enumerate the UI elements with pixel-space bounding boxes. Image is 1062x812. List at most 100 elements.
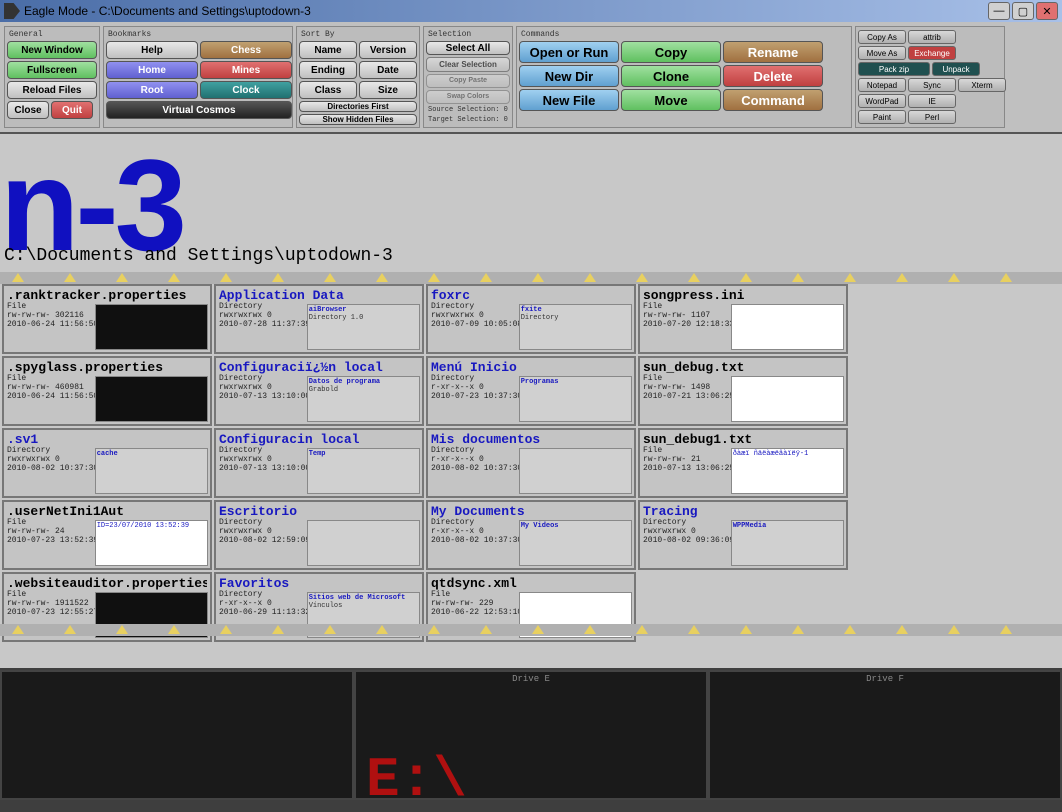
file-tile[interactable]: My DocumentsDirectoryr-xr-x--x 02010-08-…	[426, 500, 636, 570]
tile-name: Favoritos	[219, 576, 419, 591]
copy-button[interactable]: Copy	[621, 41, 721, 63]
tile-preview: ðàæï ñäëàæëâàïëÿ-1	[731, 448, 844, 494]
sync-button[interactable]: Sync	[908, 78, 956, 92]
help-button[interactable]: Help	[106, 41, 198, 59]
paint-button[interactable]: Paint	[858, 110, 906, 124]
drive-letter: E:\	[366, 748, 467, 812]
file-tile[interactable]: EscritorioDirectoryrwxrwxrwx 02010-08-02…	[214, 500, 424, 570]
drive-tile[interactable]: Drive E E:\	[354, 670, 708, 800]
sort-date-button[interactable]: Date	[359, 61, 417, 79]
tile-name: Menú Inicio	[431, 360, 631, 375]
file-tile[interactable]: Configuracin localDirectoryrwxrwxrwx 020…	[214, 428, 424, 498]
drive-tile[interactable]	[0, 670, 354, 800]
delete-button[interactable]: Delete	[723, 65, 823, 87]
close-window-button[interactable]: ✕	[1036, 2, 1058, 20]
exchange-button[interactable]: Exchange	[908, 46, 956, 60]
file-tile[interactable]: Application DataDirectoryrwxrwxrwx 02010…	[214, 284, 424, 354]
xterm-button[interactable]: Xterm	[958, 78, 1006, 92]
tile-name: Tracing	[643, 504, 843, 519]
tile-name: qtdsync.xml	[431, 576, 631, 591]
source-sel-status: Source Selection: 0	[426, 106, 510, 114]
tile-preview: aiBrowserDirectory 1.0	[307, 304, 420, 350]
sort-version-button[interactable]: Version	[359, 41, 417, 59]
group-label: Commands	[519, 30, 849, 39]
tile-preview: Datos de programaGrabold	[307, 376, 420, 422]
file-grid: .ranktracker.propertiesFilerw-rw-rw- 302…	[0, 284, 1062, 642]
virtual-cosmos-button[interactable]: Virtual Cosmos	[106, 101, 292, 119]
dirs-first-toggle[interactable]: Directories First	[299, 101, 417, 112]
sort-size-button[interactable]: Size	[359, 81, 417, 99]
wordpad-button[interactable]: WordPad	[858, 94, 906, 108]
app-icon	[4, 3, 20, 19]
tile-preview: Programas	[519, 376, 632, 422]
unpack-button[interactable]: Unpack	[932, 62, 980, 76]
perl-button[interactable]: Perl	[908, 110, 956, 124]
tile-name: My Documents	[431, 504, 631, 519]
tile-name: .websiteauditor.properties	[7, 576, 207, 591]
tile-name: .spyglass.properties	[7, 360, 207, 375]
rename-button[interactable]: Rename	[723, 41, 823, 63]
file-tile[interactable]: Menú InicioDirectoryr-xr-x--x 02010-07-2…	[426, 356, 636, 426]
select-all-button[interactable]: Select All	[426, 41, 510, 55]
fullscreen-button[interactable]: Fullscreen	[7, 61, 97, 79]
main-view[interactable]: n-3 C:\Documents and Settings\uptodown-3…	[0, 134, 1062, 668]
drive-label: Drive E	[356, 674, 706, 684]
window-title: Eagle Mode - C:\Documents and Settings\u…	[24, 4, 986, 18]
drives-strip: Drive E E:\ Drive F	[0, 670, 1062, 800]
quit-button[interactable]: Quit	[51, 101, 93, 119]
file-tile[interactable]: .userNetIni1AutFilerw-rw-rw- 242010-07-2…	[2, 500, 212, 570]
show-hidden-toggle[interactable]: Show Hidden Files	[299, 114, 417, 125]
file-tile[interactable]: sun_debug1.txtFilerw-rw-rw- 212010-07-13…	[638, 428, 848, 498]
move-button[interactable]: Move	[621, 89, 721, 111]
file-tile[interactable]: .ranktracker.propertiesFilerw-rw-rw- 302…	[2, 284, 212, 354]
clock-button[interactable]: Clock	[200, 81, 292, 99]
sort-ending-button[interactable]: Ending	[299, 61, 357, 79]
mines-button[interactable]: Mines	[200, 61, 292, 79]
sort-name-button[interactable]: Name	[299, 41, 357, 59]
copy-paste-button[interactable]: Copy Paste	[426, 74, 510, 88]
minimize-button[interactable]: —	[988, 2, 1010, 20]
copy-as-button[interactable]: Copy As	[858, 30, 906, 44]
separator-arrows	[0, 272, 1062, 284]
new-dir-button[interactable]: New Dir	[519, 65, 619, 87]
chess-button[interactable]: Chess	[200, 41, 292, 59]
file-tile[interactable]: sun_debug.txtFilerw-rw-rw- 14982010-07-2…	[638, 356, 848, 426]
tile-preview: My Videos	[519, 520, 632, 566]
clone-button[interactable]: Clone	[621, 65, 721, 87]
maximize-button[interactable]: ▢	[1012, 2, 1034, 20]
file-tile[interactable]: Configuraciï¿½n localDirectoryrwxrwxrwx …	[214, 356, 424, 426]
drive-tile[interactable]: Drive F	[708, 670, 1062, 800]
clear-selection-button[interactable]: Clear Selection	[426, 57, 510, 71]
new-window-button[interactable]: New Window	[7, 41, 97, 59]
separator-arrows	[0, 624, 1062, 636]
tile-name: Application Data	[219, 288, 419, 303]
swap-button[interactable]: Swap Colors	[426, 90, 510, 104]
file-tile[interactable]: foxrcDirectoryrwxrwxrwx 02010-07-09 10:0…	[426, 284, 636, 354]
new-file-button[interactable]: New File	[519, 89, 619, 111]
tile-name: .ranktracker.properties	[7, 288, 207, 303]
file-tile[interactable]: Mis documentosDirectoryr-xr-x--x 02010-0…	[426, 428, 636, 498]
pack-zip-button[interactable]: Pack zip	[858, 62, 930, 76]
tile-name: Escritorio	[219, 504, 419, 519]
tile-preview: fxiteDirectory	[519, 304, 632, 350]
file-tile[interactable]: TracingDirectoryrwxrwxrwx 02010-08-02 09…	[638, 500, 848, 570]
home-button[interactable]: Home	[106, 61, 198, 79]
group-label: Selection	[426, 30, 510, 39]
tile-preview: WPPMedia	[731, 520, 844, 566]
file-tile[interactable]: .sv1Directoryrwxrwxrwx 02010-08-02 10:37…	[2, 428, 212, 498]
sort-class-button[interactable]: Class	[299, 81, 357, 99]
close-button[interactable]: Close	[7, 101, 49, 119]
root-button[interactable]: Root	[106, 81, 198, 99]
tile-preview: ID=23/07/2010 13:52:39	[95, 520, 208, 566]
file-tile[interactable]: .spyglass.propertiesFilerw-rw-rw- 460981…	[2, 356, 212, 426]
reload-button[interactable]: Reload Files	[7, 81, 97, 99]
ie-button[interactable]: IE	[908, 94, 956, 108]
file-tile[interactable]: songpress.iniFilerw-rw-rw- 11072010-07-2…	[638, 284, 848, 354]
drive-label: Drive F	[710, 674, 1060, 684]
open-run-button[interactable]: Open or Run	[519, 41, 619, 63]
command-button[interactable]: Command	[723, 89, 823, 111]
notepad-button[interactable]: Notepad	[858, 78, 906, 92]
move-as-button[interactable]: Move As	[858, 46, 906, 60]
attrib-button[interactable]: attrib	[908, 30, 956, 44]
window-titlebar: Eagle Mode - C:\Documents and Settings\u…	[0, 0, 1062, 22]
